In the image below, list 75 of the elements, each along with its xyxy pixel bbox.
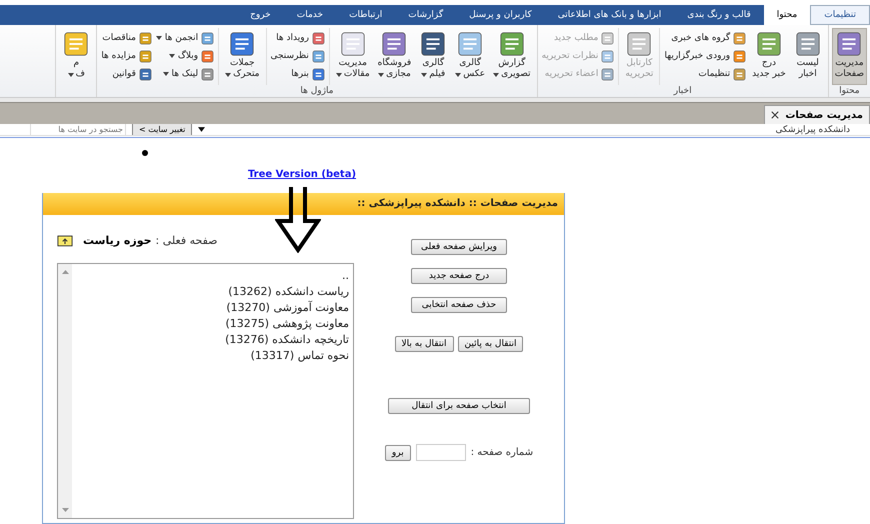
caret-icon <box>421 72 428 76</box>
ribbon-item[interactable]: تنظیمات <box>663 66 748 82</box>
caret-icon <box>68 72 74 76</box>
folder-up-icon[interactable] <box>57 234 73 246</box>
page-list-item[interactable]: تاریخچه دانشکده (13276) <box>72 332 349 348</box>
ribbon-button[interactable]: م ف <box>59 28 94 97</box>
menu-tab[interactable]: گزارشات <box>395 5 456 25</box>
scrollbar[interactable] <box>58 264 72 518</box>
caret-icon <box>493 72 500 76</box>
site-name: دانشکده پیراپزشکی <box>776 124 850 134</box>
menu-tab[interactable]: محتوا <box>764 5 810 25</box>
select-to-move-button[interactable]: انتخاب صفحه برای انتقال <box>388 398 530 414</box>
bullet-icon <box>142 150 148 156</box>
ribbon-button[interactable]: مدیریت مقالات <box>332 28 373 85</box>
menu-tab[interactable]: خدمات <box>284 5 336 25</box>
ribbon-item[interactable]: بنرها <box>270 66 326 82</box>
ribbon-button[interactable]: درج خبر جدید <box>749 28 789 85</box>
ribbon-button[interactable]: لیست اخبار <box>790 28 825 85</box>
page-list-item[interactable]: رياست دانشکده (13262) <box>72 284 349 300</box>
group-title: محتوا <box>838 85 861 97</box>
ribbon-item[interactable]: ورودی خبرگزاریها <box>663 48 748 64</box>
caret-icon[interactable] <box>198 127 206 132</box>
group-title: اخبار <box>672 85 693 97</box>
document-tab[interactable]: مدیریت صفحات <box>764 105 870 124</box>
current-page-label: صفحه فعلی : <box>156 234 218 246</box>
page-list-item[interactable]: معاونت پژوهشی (13275) <box>72 316 349 332</box>
ribbon-button[interactable]: فروشگاه مجازی <box>374 28 414 85</box>
ribbon-item[interactable]: نظرسنجی <box>270 48 326 64</box>
new-page-button[interactable]: درج صفحه جدید <box>411 268 507 284</box>
page-number-field[interactable] <box>416 444 466 461</box>
caret-icon <box>455 72 462 76</box>
page-number-label: شماره صفحه : <box>470 447 534 458</box>
caret-icon <box>168 54 175 58</box>
change-site-button[interactable]: تغییر سایت > <box>132 124 192 135</box>
move-down-button[interactable]: انتقال به پائین <box>458 336 524 352</box>
close-icon[interactable] <box>771 111 780 119</box>
menu-tab[interactable]: خروج <box>237 5 284 25</box>
caret-icon <box>378 72 384 76</box>
ribbon-item[interactable]: انجمن ها <box>154 30 216 46</box>
menu-tab[interactable]: تنظیمات <box>810 5 870 25</box>
ribbon-button[interactable]: گالری فیلم <box>416 28 450 85</box>
scroll-up-icon[interactable] <box>62 270 68 274</box>
go-button[interactable]: برو <box>384 444 411 460</box>
current-page-name: حوزه رياست <box>83 234 152 246</box>
edit-page-button[interactable]: ویرایش صفحه فعلی <box>411 239 507 255</box>
ribbon-button[interactable]: گزارش تصویری <box>490 28 534 85</box>
ribbon-button[interactable]: گالری عکس <box>452 28 488 85</box>
search-field[interactable]: جستجو در سایت ها <box>30 124 126 135</box>
ribbon-item[interactable]: رویداد ها <box>270 30 326 46</box>
delete-page-button[interactable]: حذف صفحه انتخابی <box>411 297 507 313</box>
ribbon-item[interactable]: وبلاگ <box>154 48 216 64</box>
ribbon-item[interactable]: قوانین <box>100 66 153 82</box>
ribbon-item[interactable]: مناقصات <box>100 30 153 46</box>
tree-version-link[interactable]: Tree Version (beta) <box>248 169 356 180</box>
page-list[interactable]: .. رياست دانشکده (13262) معاونت آموزشی (13270) معاونت پژوهشی (13275) تاریخچه دانشکده (13276) نحوه تماس (13317) <box>57 263 354 519</box>
scroll-down-icon[interactable] <box>62 508 68 512</box>
menu-tab[interactable]: ارتباطات <box>336 5 396 25</box>
ribbon-item[interactable]: لینک ها <box>154 66 216 82</box>
menu-tab[interactable]: کاربران و پرسنل <box>456 5 545 25</box>
menu-tab[interactable]: ابزارها و بانک های اطلاعاتی <box>544 5 674 25</box>
menu-tab[interactable]: قالب و رنگ بندی <box>674 5 764 25</box>
caret-icon <box>336 72 342 76</box>
ribbon-button[interactable]: مدیریت صفحات <box>832 28 867 85</box>
group-title: ماژول ها <box>299 85 335 97</box>
caret-icon <box>156 36 162 40</box>
move-up-button[interactable]: انتقال به بالا <box>394 336 454 352</box>
ribbon-item[interactable]: گروه های خبری <box>663 30 748 46</box>
caret-icon <box>162 72 169 76</box>
page-list-item[interactable]: .. <box>72 268 349 284</box>
page-list-item[interactable]: معاونت آموزشی (13270) <box>72 300 349 316</box>
caret-icon <box>225 72 232 76</box>
ribbon-item[interactable]: مزایده ها <box>100 48 153 64</box>
ribbon-button[interactable]: جملات متحرک <box>222 28 262 85</box>
page-list-item[interactable]: نحوه تماس (13317) <box>72 348 349 364</box>
panel-title: مدیریت صفحات :: دانشکده پیراپزشکی :: <box>43 193 564 215</box>
